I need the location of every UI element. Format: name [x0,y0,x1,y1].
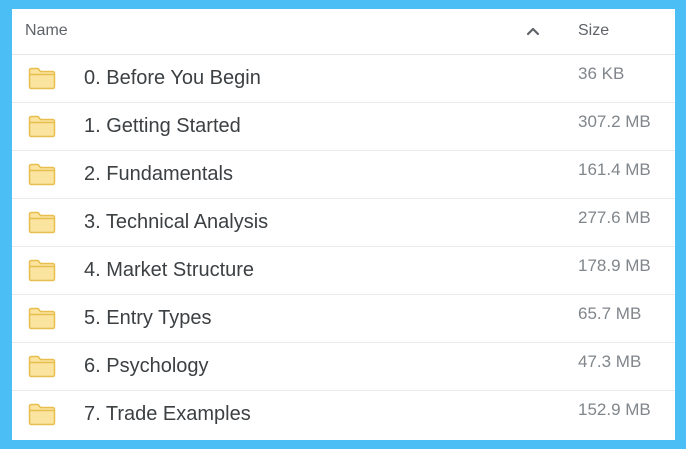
folder-name: 3. Technical Analysis [84,211,269,233]
folder-icon [28,355,56,378]
folder-size: 47.3 MB [578,352,642,371]
folder-size: 307.2 MB [578,112,651,131]
folder-row-3[interactable]: 3. Technical Analysis 277.6 MB [12,199,675,247]
folder-size: 178.9 MB [578,256,651,275]
folder-name: 1. Getting Started [84,115,241,137]
folder-size: 161.4 MB [578,160,651,179]
folder-row-4[interactable]: 4. Market Structure 178.9 MB [12,247,675,295]
folder-name: 5. Entry Types [84,307,212,329]
folder-name: 4. Market Structure [84,259,255,281]
folder-icon [28,211,56,234]
folder-icon [28,163,56,186]
folder-name: 0. Before You Begin [84,67,261,89]
folder-name: 7. Trade Examples [84,403,251,425]
size-column-header[interactable]: Size [578,22,609,40]
folder-size: 65.7 MB [578,304,642,323]
folder-name: 2. Fundamentals [84,163,233,185]
name-column-header[interactable]: Name [25,22,68,40]
folder-size: 277.6 MB [578,208,651,227]
folder-row-7[interactable]: 7. Trade Examples 152.9 MB [12,391,675,439]
folder-row-2[interactable]: 2. Fundamentals 161.4 MB [12,151,675,199]
folder-size: 36 KB [578,64,625,83]
folder-icon [28,307,56,330]
folder-icon [28,67,56,90]
folder-icon [28,403,56,426]
folder-row-6[interactable]: 6. Psychology 47.3 MB [12,343,675,391]
folder-row-1[interactable]: 1. Getting Started 307.2 MB [12,103,675,151]
folder-row-5[interactable]: 5. Entry Types 65.7 MB [12,295,675,343]
file-list-panel: Name Size 0. Before You Begin 36 KB 1. G… [12,9,675,440]
file-list: 0. Before You Begin 36 KB 1. Getting Sta… [12,55,675,439]
chevron-up-icon[interactable] [525,23,541,39]
folder-icon [28,259,56,282]
folder-icon [28,115,56,138]
folder-name: 6. Psychology [84,355,209,377]
file-list-header: Name Size [12,9,675,55]
folder-row-0[interactable]: 0. Before You Begin 36 KB [12,55,675,103]
folder-size: 152.9 MB [578,400,651,419]
